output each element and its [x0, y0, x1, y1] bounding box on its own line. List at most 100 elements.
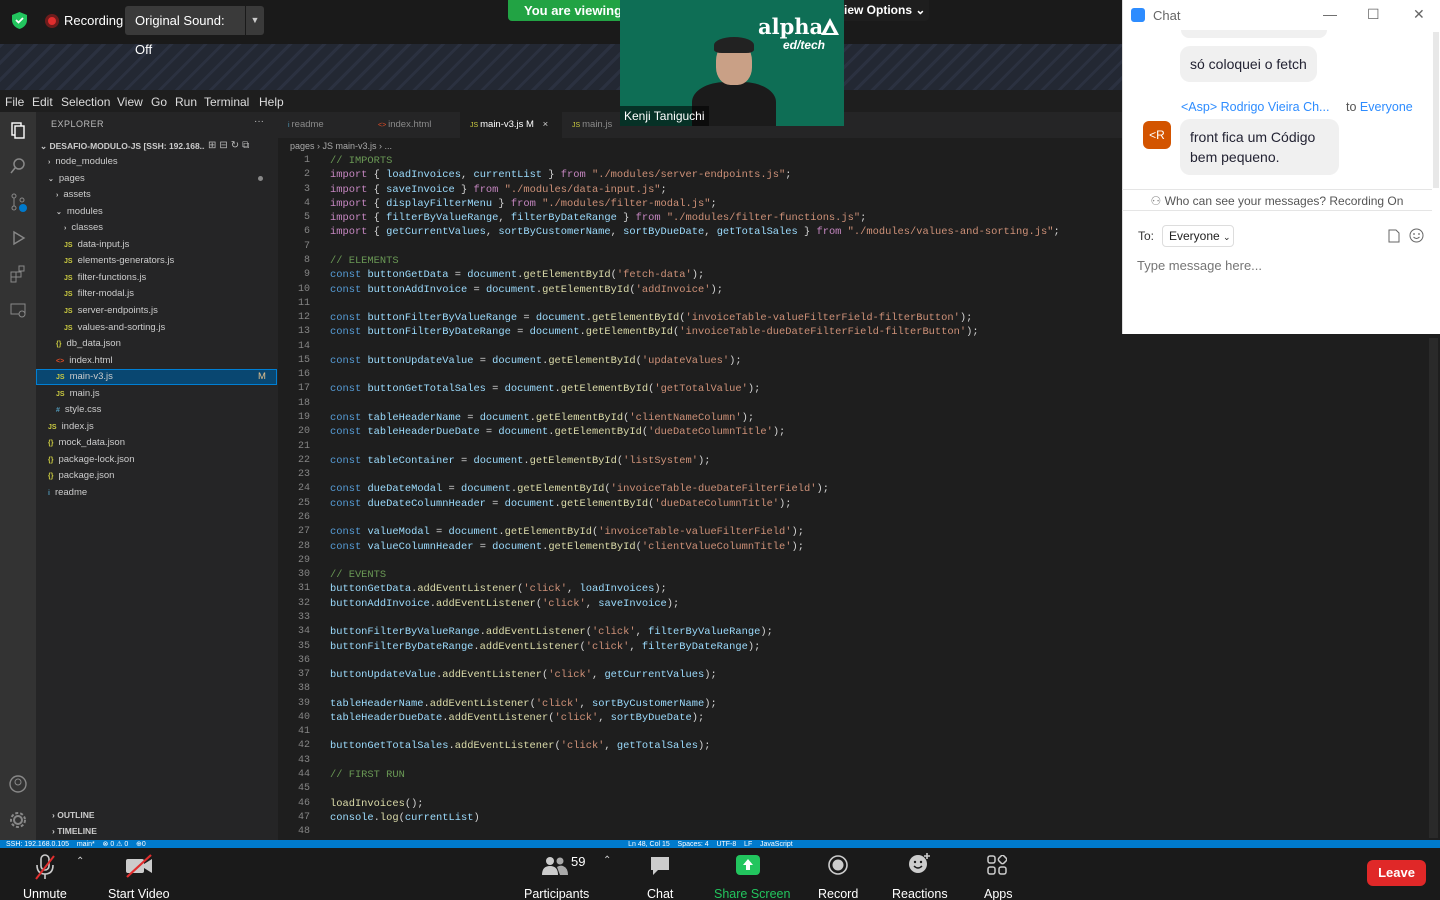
code-line[interactable]: import { saveInvoice } from "./modules/d…	[330, 184, 667, 198]
chat-scrollbar[interactable]	[1433, 32, 1439, 188]
tree-item[interactable]: {} db_data.json	[56, 336, 121, 352]
recipient-select[interactable]: Everyone ⌄	[1162, 225, 1234, 247]
message-input[interactable]	[1137, 256, 1367, 274]
code-line[interactable]: import { loadInvoices, currentList } fro…	[330, 169, 792, 183]
editor-scrollbar[interactable]	[1429, 338, 1438, 838]
maximize-button[interactable]: ☐	[1367, 6, 1380, 23]
code-line[interactable]: // IMPORTS	[330, 155, 392, 169]
code-line[interactable]: tableHeaderName.addEventListener('click'…	[330, 698, 717, 712]
tab-readme[interactable]: i readme	[278, 112, 368, 138]
who-can-see-link[interactable]: ⚇ Who can see your messages? Recording O…	[1122, 189, 1432, 211]
start-video-label[interactable]: Start Video	[108, 887, 170, 900]
participants-options-caret[interactable]: ⌃	[603, 855, 611, 866]
settings-gear-icon[interactable]	[8, 810, 28, 830]
code-line[interactable]: const buttonUpdateValue = document.getEl…	[330, 355, 742, 369]
chat-label[interactable]: Chat	[647, 887, 673, 900]
tree-item[interactable]: JS elements-generators.js	[64, 253, 174, 269]
reactions-icon[interactable]	[907, 852, 931, 874]
source-control-icon[interactable]	[8, 192, 28, 212]
share-screen-icon[interactable]	[736, 855, 760, 875]
search-icon[interactable]	[8, 156, 28, 176]
code-line[interactable]: const tableHeaderName = document.getElem…	[330, 412, 754, 426]
code-line[interactable]: const buttonGetTotalSales = document.get…	[330, 383, 760, 397]
code-line[interactable]: import { displayFilterMenu } from "./mod…	[330, 198, 717, 212]
menu-edit[interactable]: Edit	[32, 95, 53, 109]
leave-button[interactable]: Leave	[1367, 860, 1426, 886]
menu-file[interactable]: File	[5, 95, 24, 109]
minimize-button[interactable]: —	[1323, 6, 1337, 22]
tree-item[interactable]: JS server-endpoints.js	[64, 303, 158, 319]
tree-item[interactable]: JS main.js	[56, 386, 100, 402]
tree-item[interactable]: › node_modules	[48, 154, 118, 170]
run-debug-icon[interactable]	[8, 228, 28, 248]
menu-go[interactable]: Go	[151, 95, 167, 109]
recording-label[interactable]: Recording	[64, 13, 123, 28]
tree-item[interactable]: {} package.json	[48, 468, 114, 484]
tree-item[interactable]: JS main-v3.js	[56, 369, 113, 385]
code-line[interactable]: buttonGetData.addEventListener('click', …	[330, 583, 667, 597]
code-line[interactable]: // FIRST RUN	[330, 769, 405, 783]
code-line[interactable]: buttonAddInvoice.addEventListener('click…	[330, 598, 679, 612]
tab-main-v3.js[interactable]: JS main-v3.js M ×	[460, 112, 562, 138]
code-line[interactable]: // EVENTS	[330, 569, 386, 583]
apps-icon[interactable]	[987, 855, 1007, 875]
code-line[interactable]: buttonFilterByValueRange.addEventListene…	[330, 626, 773, 640]
emoji-icon[interactable]	[1409, 228, 1424, 243]
code-line[interactable]: const tableContainer = document.getEleme…	[330, 455, 710, 469]
close-button[interactable]: ✕	[1413, 6, 1425, 23]
reactions-label[interactable]: Reactions	[892, 887, 948, 900]
code-line[interactable]: const buttonFilterByValueRange = documen…	[330, 312, 972, 326]
apps-label[interactable]: Apps	[984, 887, 1013, 900]
code-line[interactable]: const dueDateColumnHeader = document.get…	[330, 498, 792, 512]
share-screen-label[interactable]: Share Screen	[714, 887, 790, 900]
code-line[interactable]: const tableHeaderDueDate = document.getE…	[330, 426, 785, 440]
code-line[interactable]: const valueModal = document.getElementBy…	[330, 526, 804, 540]
tree-item[interactable]: JS filter-functions.js	[64, 270, 146, 286]
participants-icon[interactable]	[541, 855, 569, 877]
code-line[interactable]: const buttonGetData = document.getElemen…	[330, 269, 704, 283]
tree-item[interactable]: JS index.js	[48, 419, 94, 435]
extensions-icon[interactable]	[8, 264, 28, 284]
tab-index.html[interactable]: <> index.html	[368, 112, 460, 138]
video-off-icon[interactable]	[124, 853, 154, 879]
menu-help[interactable]: Help	[259, 95, 284, 109]
code-line[interactable]: console.log(currentList)	[330, 812, 480, 826]
chat-bubble-icon[interactable]	[649, 855, 671, 877]
account-icon[interactable]	[8, 774, 28, 794]
breadcrumb[interactable]: pages › JS main-v3.js › ...	[290, 141, 392, 151]
code-line[interactable]: import { filterByValueRange, filterByDat…	[330, 212, 866, 226]
participant-video[interactable]: alpha ed/tech Kenji Taniguchi	[620, 0, 844, 126]
explorer-actions[interactable]: ⊞⊟↻⧉	[208, 140, 252, 151]
menu-view[interactable]: View	[117, 95, 143, 109]
message-sender[interactable]: <Asp> Rodrigo Vieira Ch...	[1181, 100, 1329, 114]
tree-item[interactable]: JS filter-modal.js	[64, 286, 134, 302]
remote-explorer-icon[interactable]	[8, 300, 28, 320]
explorer-more-button[interactable]: ···	[254, 116, 264, 127]
workspace-root[interactable]: ⌄ DESAFIO-MODULO-JS [SSH: 192.168...	[40, 138, 205, 154]
tree-item[interactable]: › assets	[56, 187, 91, 203]
tab-main.js[interactable]: JS main.js	[562, 112, 622, 138]
tree-item[interactable]: › classes	[64, 220, 103, 236]
menu-run[interactable]: Run	[175, 95, 197, 109]
code-line[interactable]: buttonFilterByDateRange.addEventListener…	[330, 641, 760, 655]
menu-selection[interactable]: Selection	[61, 95, 110, 109]
explorer-icon[interactable]	[8, 120, 28, 140]
code-line[interactable]: buttonGetTotalSales.addEventListener('cl…	[330, 740, 710, 754]
tree-item[interactable]: # style.css	[56, 402, 101, 418]
code-line[interactable]: const dueDateModal = document.getElement…	[330, 483, 829, 497]
code-line[interactable]: loadInvoices();	[330, 798, 424, 812]
code-line[interactable]: const valueColumnHeader = document.getEl…	[330, 541, 804, 555]
code-line[interactable]: const buttonFilterByDateRange = document…	[330, 326, 979, 340]
original-sound-dropdown-arrow[interactable]: ▼	[246, 6, 264, 35]
view-options-button[interactable]: iew Options ⌄	[844, 0, 929, 21]
code-line[interactable]: tableHeaderDueDate.addEventListener('cli…	[330, 712, 704, 726]
code-line[interactable]: const buttonAddInvoice = document.getEle…	[330, 284, 723, 298]
participants-label[interactable]: Participants	[524, 887, 589, 900]
code-line[interactable]: import { getCurrentValues, sortByCustome…	[330, 226, 1060, 240]
unmute-options-caret[interactable]: ⌃	[76, 856, 84, 867]
code-line[interactable]: // ELEMENTS	[330, 255, 399, 269]
code-line[interactable]: buttonUpdateValue.addEventListener('clic…	[330, 669, 717, 683]
original-sound-button[interactable]: Original Sound: Off	[125, 6, 245, 57]
timeline-section[interactable]: › TIMELINE	[52, 826, 97, 836]
tree-item[interactable]: {} mock_data.json	[48, 435, 125, 451]
